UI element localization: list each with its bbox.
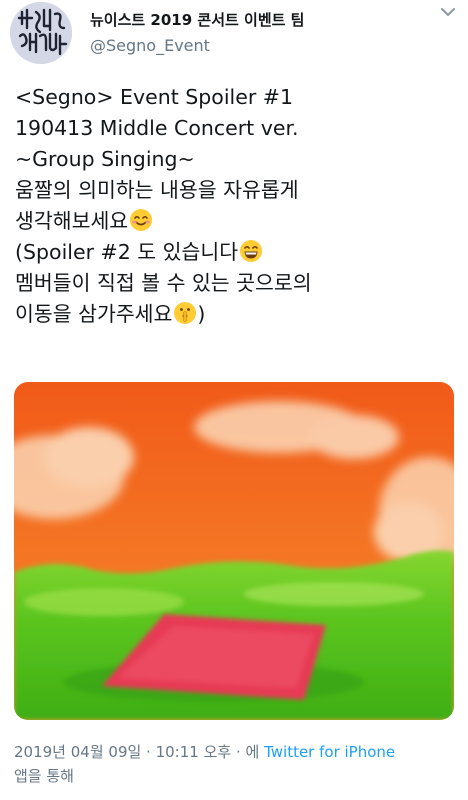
shushing-face-icon (173, 301, 197, 325)
chevron-down-icon[interactable] (438, 4, 458, 20)
tweet-text-line: ~Group Singing~ (15, 147, 195, 171)
segno-logo-icon (10, 2, 72, 64)
tweet-media-image[interactable] (14, 382, 454, 720)
user-handle[interactable]: @Segno_Event (90, 36, 210, 55)
tweet-text-line: 생각해보세요 (15, 206, 455, 237)
via-suffix: 앱을 통해 (14, 767, 74, 785)
source-link[interactable]: Twitter for iPhone (264, 743, 395, 761)
tweet-text-line: <Segno> Event Spoiler #1 (15, 85, 294, 109)
tweet-text-segment: 생각해보세요 (15, 209, 129, 233)
painting-image (14, 382, 454, 720)
display-name[interactable]: 뉴이스트 2019 콘서트 이벤트 팀 (90, 9, 304, 30)
tweet-text: <Segno> Event Spoiler #1 190413 Middle C… (15, 82, 455, 330)
tweet-text-line: 멤버들이 직접 볼 수 있는 곳으로의 (15, 271, 312, 295)
tweet-header: 뉴이스트 2019 콘서트 이벤트 팀 @Segno_Event (0, 0, 468, 64)
avatar[interactable] (10, 2, 72, 64)
tweet-text-segment: ) (197, 302, 206, 326)
tweet-text-segment: (Spoiler #2 도 있습니다 (15, 240, 239, 264)
tweet-text-line: 이동을 삼가주세요) (15, 299, 455, 330)
tweet-meta: 2019년 04월 09일 · 10:11 오후 · 에 Twitter for… (14, 740, 459, 788)
tweet-text-line: 190413 Middle Concert ver. (15, 116, 299, 140)
tweet-text-segment: 이동을 삼가주세요 (15, 302, 173, 326)
grinning-face-icon (239, 239, 263, 263)
timestamp[interactable]: 2019년 04월 09일 · 10:11 오후 · 에 (14, 743, 259, 761)
tweet-text-line: 움짤의 의미하는 내용을 자유롭게 (15, 178, 299, 202)
smiling-face-icon (129, 208, 153, 232)
tweet-text-line: (Spoiler #2 도 있습니다 (15, 237, 455, 268)
